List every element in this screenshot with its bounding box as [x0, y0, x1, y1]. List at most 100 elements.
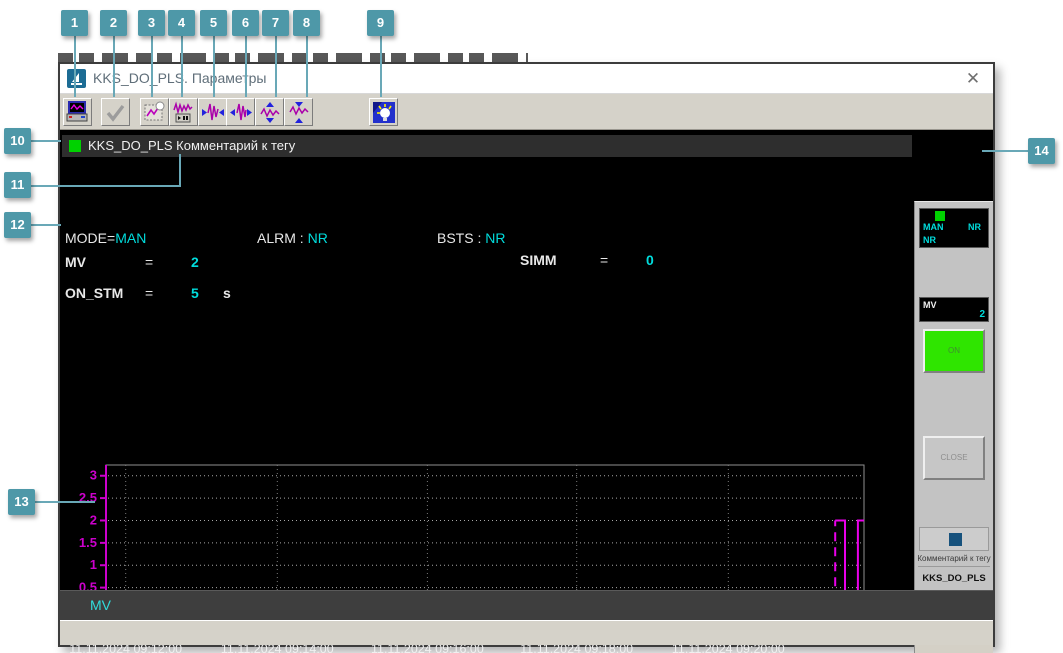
chart-image-button[interactable]: [140, 98, 169, 126]
chart-image-icon: [144, 101, 165, 121]
callout-line-3: [151, 36, 153, 97]
tag-header: KKS_DO_PLS Комментарий к тегу: [62, 135, 912, 157]
callout-line-7: [275, 36, 277, 97]
callout-line-8: [306, 36, 308, 97]
stretch-value-axis-icon: [289, 102, 309, 123]
faceplate-mv-box: MV 2: [919, 297, 989, 322]
trend-run-pause-icon: [173, 101, 193, 123]
callout-badge-1: 1: [61, 10, 88, 36]
squeeze-value-axis-icon: [260, 102, 280, 123]
theme-lamp-button[interactable]: [369, 98, 398, 126]
callout-badge-6: 6: [232, 10, 259, 36]
callout-badge-7: 7: [262, 10, 289, 36]
callout-line-6: [245, 36, 247, 97]
close-command-button[interactable]: CLOSE: [923, 436, 985, 480]
on-stm-eq: =: [145, 285, 154, 301]
callout-line-12: [31, 224, 61, 226]
callout-badge-5: 5: [200, 10, 227, 36]
faceplate-alrm: NR: [968, 222, 981, 232]
on-stm-label: ON_STM: [65, 285, 124, 301]
faceplate-bsts: NR: [923, 235, 936, 245]
mv-value: 2: [191, 254, 199, 270]
screenshot-print-button[interactable]: [63, 98, 92, 126]
callout-badge-14: 14: [1028, 138, 1055, 164]
screenshot-root: KKS_DO_PLS. Параметры ✕ KKS_DO_PLS Комме…: [0, 0, 1063, 653]
alrm-label: ALRM :: [257, 230, 304, 246]
callout-line-14: [982, 150, 1028, 152]
alrm-value: NR: [307, 230, 328, 246]
callout-badge-9: 9: [367, 10, 394, 36]
titlebar: KKS_DO_PLS. Параметры ✕: [60, 64, 993, 94]
stretch-value-axis-button[interactable]: [284, 98, 313, 126]
mode-row: MODE=MAN: [65, 230, 146, 246]
on-button[interactable]: ON: [923, 329, 985, 373]
faceplate-status-box: MAN NR NR: [919, 208, 989, 248]
faceplate-mv-label: MV: [923, 300, 937, 310]
bsts-value: NR: [485, 230, 506, 246]
callout-badge-13: 13: [8, 489, 35, 515]
tag-comment: Комментарий к тегу: [176, 138, 296, 153]
callout-badge-10: 10: [4, 128, 31, 154]
alrm-row: ALRM : NR: [257, 230, 328, 246]
callout-line-5: [213, 36, 215, 97]
mv-label: MV: [65, 254, 86, 270]
stretch-time-axis-icon: [230, 103, 252, 121]
stretch-time-axis-button[interactable]: [226, 98, 255, 126]
callout-badge-12: 12: [4, 212, 31, 238]
simm-value: 0: [646, 252, 654, 268]
legend-mv-label: MV: [90, 597, 111, 613]
callout-badge-8: 8: [293, 10, 320, 36]
callout-line-1: [74, 36, 76, 97]
callout-line-11b: [179, 154, 181, 187]
faceplate-divider: [918, 566, 990, 567]
svg-text:1.5: 1.5: [79, 535, 97, 550]
tag-status-square-icon: [69, 140, 81, 152]
close-icon[interactable]: ✕: [961, 67, 985, 91]
squeeze-time-axis-button[interactable]: [198, 98, 227, 126]
main-area: KKS_DO_PLS Комментарий к тегу MODE=MAN A…: [60, 130, 993, 653]
parameters-window: KKS_DO_PLS. Параметры ✕ KKS_DO_PLS Комме…: [58, 62, 995, 653]
confirm-check-icon: [106, 104, 125, 122]
callout-badge-11: 11: [4, 172, 31, 198]
mv-eq: =: [145, 254, 154, 270]
squeeze-value-axis-button[interactable]: [255, 98, 284, 126]
clipped-background-text: [58, 53, 528, 62]
callout-line-4: [181, 36, 183, 97]
toolbar: [60, 95, 993, 130]
callout-line-10: [31, 140, 61, 142]
faceplate-indicator-box[interactable]: [919, 527, 989, 551]
tag-kks: KKS_DO_PLS: [88, 138, 173, 153]
legend-strip: MV: [60, 590, 993, 620]
on-stm-value: 5: [191, 285, 199, 301]
trend-run-pause-button[interactable]: [169, 98, 198, 126]
faceplate-status-square-icon: [935, 211, 945, 221]
faceplate-panel: MAN NR NR MV 2 ON CLOSE Комментарий к те…: [914, 201, 993, 653]
confirm-button[interactable]: [101, 98, 130, 126]
svg-text:3: 3: [90, 468, 97, 483]
callout-line-13: [34, 501, 95, 503]
mode-value: MAN: [115, 230, 147, 246]
mode-label: MODE=: [65, 230, 116, 246]
status-bar: [60, 620, 993, 645]
faceplate-mv-value: 2: [979, 309, 985, 320]
callout-badge-3: 3: [138, 10, 165, 36]
simm-label: SIMM: [520, 252, 557, 268]
simm-eq: =: [600, 252, 609, 268]
callout-line-11: [31, 185, 181, 187]
bsts-label: BSTS :: [437, 230, 482, 246]
callout-line-9: [380, 36, 382, 97]
callout-badge-2: 2: [100, 10, 127, 36]
svg-text:2: 2: [90, 512, 97, 527]
faceplate-kks: KKS_DO_PLS: [922, 573, 986, 584]
on-stm-unit: s: [223, 285, 231, 301]
screenshot-print-icon: [66, 101, 88, 122]
app-icon: [67, 69, 86, 88]
theme-lamp-icon: [373, 102, 395, 123]
callout-badge-4: 4: [168, 10, 195, 36]
callout-line-2: [113, 36, 115, 97]
faceplate-comment: Комментарий к тегу: [917, 554, 991, 563]
window-title: KKS_DO_PLS. Параметры: [93, 70, 267, 86]
navy-square-icon: [949, 533, 962, 546]
faceplate-mode: MAN: [923, 222, 944, 232]
svg-text:1: 1: [90, 557, 97, 572]
